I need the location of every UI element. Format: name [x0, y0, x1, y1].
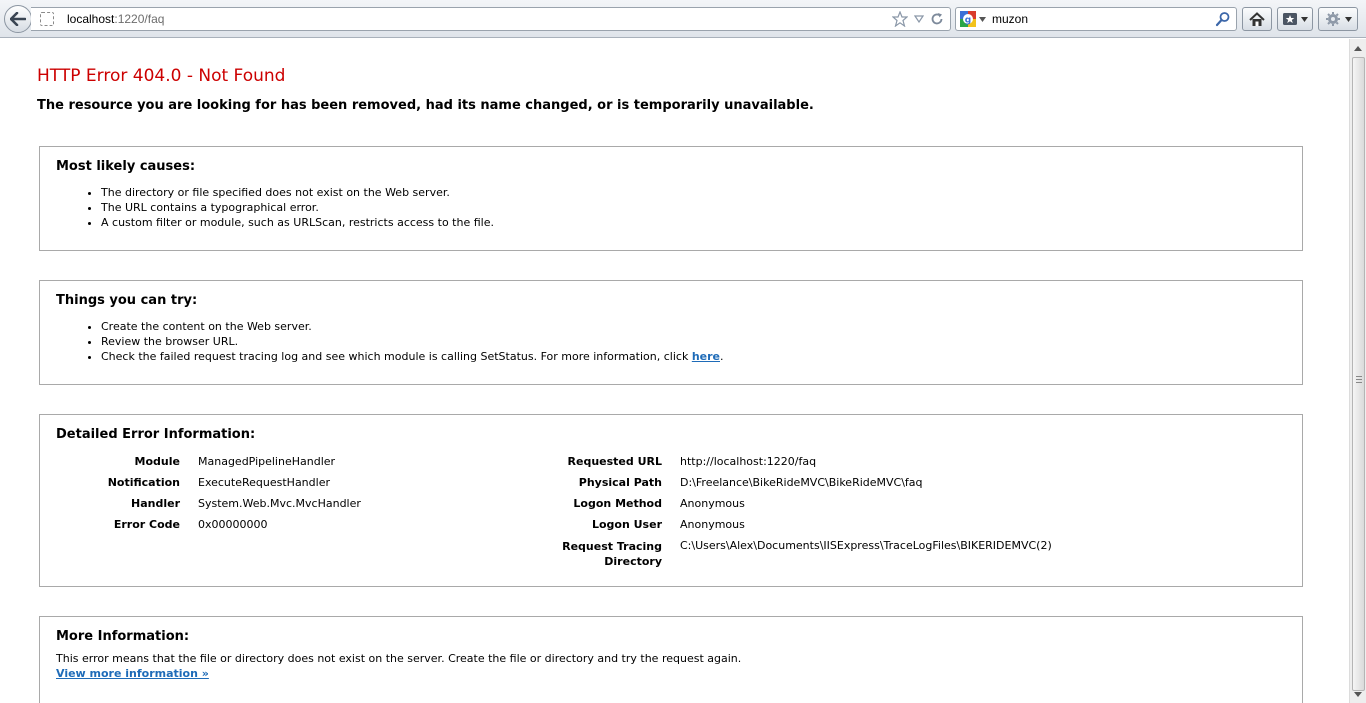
detail-value: System.Web.Mvc.MvcHandler [198, 497, 361, 510]
detail-label: Physical Path [578, 476, 662, 489]
bookmark-star-icon[interactable] [892, 11, 908, 27]
search-icon[interactable] [1215, 11, 1231, 27]
detail-value: ManagedPipelineHandler [198, 455, 336, 468]
causes-list: The directory or file specified does not… [85, 185, 494, 230]
svg-text:g: g [965, 16, 971, 26]
bookmarks-button[interactable] [1277, 7, 1313, 31]
detail-label: Request Tracing Directory [562, 540, 662, 568]
google-logo-icon: g [960, 11, 976, 27]
error-title: HTTP Error 404.0 - Not Found [37, 66, 286, 86]
detail-value: http://localhost:1220/faq [680, 455, 817, 468]
chevron-down-icon [1301, 16, 1308, 22]
back-button[interactable] [4, 5, 32, 33]
reload-icon[interactable] [930, 12, 944, 26]
bookmarks-icon [1283, 13, 1297, 25]
search-bar[interactable]: g muzon [955, 7, 1237, 31]
more-info-text: This error means that the file or direct… [56, 652, 742, 680]
detail-value: ExecuteRequestHandler [198, 476, 330, 489]
causes-heading: Most likely causes: [56, 159, 196, 174]
chevron-down-icon [1354, 691, 1362, 697]
home-icon [1249, 11, 1265, 26]
history-dropdown-icon[interactable] [914, 15, 924, 23]
causes-section: Most likely causes: The directory or fil… [39, 146, 1303, 251]
search-input[interactable]: muzon [992, 12, 1028, 26]
detail-label: Module [134, 455, 180, 468]
try-section: Things you can try: Create the content o… [39, 280, 1303, 385]
scroll-down-button[interactable] [1350, 686, 1366, 702]
addon-button[interactable] [1318, 7, 1358, 31]
detail-value: Anonymous [680, 497, 745, 510]
url-text[interactable]: localhost:1220/faq [67, 12, 164, 26]
home-button[interactable] [1242, 7, 1272, 31]
try-heading: Things you can try: [56, 293, 198, 308]
chevron-down-icon [1345, 16, 1352, 22]
details-right: Requested URL http://localhost:1220/faq … [520, 455, 1052, 573]
details-left: Module ManagedPipelineHandler Notificati… [60, 455, 361, 539]
detail-row: Logon Method Anonymous [520, 497, 1052, 518]
detail-row: Physical Path D:\Freelance\BikeRideMVC\B… [520, 476, 1052, 497]
details-heading: Detailed Error Information: [56, 427, 256, 442]
page-content: HTTP Error 404.0 - Not Found The resourc… [0, 39, 1349, 703]
site-identity-icon[interactable] [40, 12, 54, 26]
try-list: Create the content on the Web server. Re… [85, 319, 724, 364]
detail-row: Requested URL http://localhost:1220/faq [520, 455, 1052, 476]
detail-label: Notification [107, 476, 180, 489]
chevron-up-icon [1354, 45, 1362, 51]
detail-label: Logon Method [573, 497, 662, 510]
detail-row: Logon User Anonymous [520, 518, 1052, 539]
list-item: Review the browser URL. [101, 334, 724, 349]
here-link[interactable]: here [692, 350, 720, 363]
address-bar[interactable]: localhost:1220/faq [31, 7, 951, 31]
more-heading: More Information: [56, 629, 190, 644]
list-item: The directory or file specified does not… [101, 185, 494, 200]
more-info-section: More Information: This error means that … [39, 616, 1303, 703]
detail-value: C:\Users\Alex\Documents\IISExpress\Trace… [680, 539, 1052, 552]
detail-label: Handler [131, 497, 180, 510]
detail-label: Logon User [591, 518, 662, 531]
details-section: Detailed Error Information: Module Manag… [39, 414, 1303, 587]
list-item: The URL contains a typographical error. [101, 200, 494, 215]
detail-label: Requested URL [567, 455, 662, 468]
view-more-link[interactable]: View more information » [56, 667, 209, 680]
error-subtitle: The resource you are looking for has bee… [37, 98, 814, 113]
chevron-down-icon [979, 16, 986, 22]
scroll-up-button[interactable] [1350, 40, 1366, 56]
detail-value: Anonymous [680, 518, 745, 531]
scroll-thumb[interactable] [1352, 57, 1365, 691]
list-item: A custom filter or module, such as URLSc… [101, 215, 494, 230]
browser-toolbar: localhost:1220/faq g muzon [0, 0, 1366, 38]
detail-row: Notification ExecuteRequestHandler [60, 476, 361, 497]
search-engine-selector[interactable]: g [959, 10, 986, 28]
detail-row: Handler System.Web.Mvc.MvcHandler [60, 497, 361, 518]
list-item: Check the failed request tracing log and… [101, 349, 724, 364]
detail-row: Error Code 0x00000000 [60, 518, 361, 539]
detail-value: D:\Freelance\BikeRideMVC\BikeRideMVC\faq [680, 476, 923, 489]
detail-label: Error Code [113, 518, 180, 531]
back-arrow-icon [10, 12, 26, 26]
detail-row: Module ManagedPipelineHandler [60, 455, 361, 476]
list-item: Create the content on the Web server. [101, 319, 724, 334]
vertical-scrollbar[interactable] [1349, 39, 1366, 703]
gear-icon [1326, 12, 1340, 26]
detail-row: Request Tracing Directory C:\Users\Alex\D… [520, 539, 1052, 573]
detail-value: 0x00000000 [198, 518, 268, 531]
